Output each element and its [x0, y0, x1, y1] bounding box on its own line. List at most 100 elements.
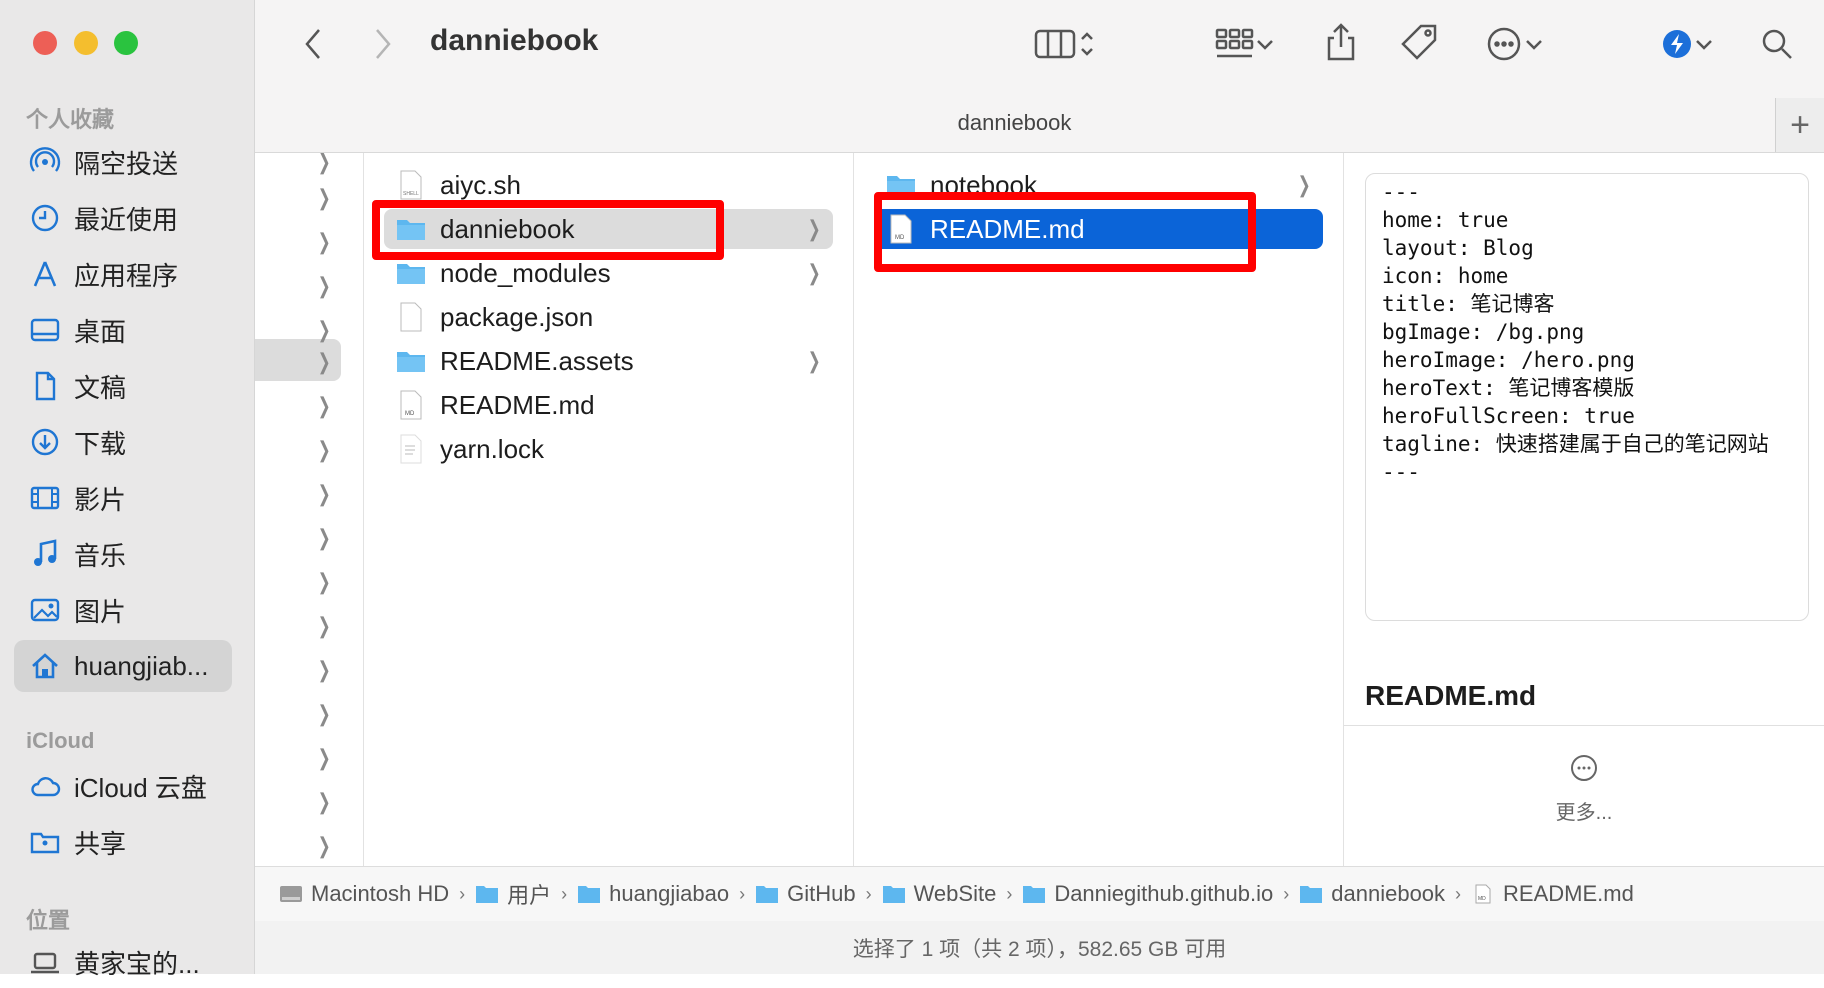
chevron-right-icon: ❯	[317, 481, 331, 506]
chevron-down-icon	[1696, 40, 1712, 50]
sidebar-item-label: 下载	[74, 428, 127, 459]
chevron-right-icon: ❯	[807, 216, 821, 241]
folder-icon	[756, 886, 779, 903]
toolbar: danniebook danniebook +	[255, 0, 1824, 153]
chevron-right-icon: ❯	[317, 701, 331, 726]
sidebar-item-label: 音乐	[74, 540, 127, 571]
photo-icon	[28, 593, 62, 627]
view-mode-button[interactable]	[1023, 24, 1107, 64]
breadcrumb[interactable]: MD README.md	[1471, 881, 1634, 907]
folder-icon	[1300, 886, 1323, 903]
breadcrumb-separator: ›	[1455, 883, 1462, 904]
status-bar: 选择了 1 项（共 2 项），582.65 GB 可用	[255, 921, 1824, 974]
sidebar-item-applications[interactable]: 应用程序	[14, 248, 232, 300]
sidebar-item-desktop[interactable]: 桌面	[14, 304, 232, 356]
annotation-highlight	[372, 200, 724, 260]
actions-button[interactable]	[1473, 22, 1557, 66]
sidebar-item-pictures[interactable]: 图片	[14, 584, 232, 636]
shortcut-button[interactable]	[1653, 22, 1723, 66]
sidebar-item-shared[interactable]: 共享	[14, 816, 232, 868]
share-button[interactable]	[1319, 18, 1363, 66]
shared-folder-icon	[28, 825, 62, 859]
list-item[interactable]: SHELL aiyc.sh	[384, 165, 833, 205]
sidebar-item-music[interactable]: 音乐	[14, 528, 232, 580]
sidebar-item-documents[interactable]: 文稿	[14, 360, 232, 412]
close-window-button[interactable]	[33, 31, 57, 55]
chevron-right-icon: ❯	[317, 833, 331, 858]
breadcrumb[interactable]: Danniegithub.github.io	[1022, 881, 1273, 907]
folder-icon	[578, 886, 601, 903]
breadcrumb[interactable]: danniebook	[1299, 881, 1445, 907]
folder-name: node_modules	[440, 257, 611, 288]
folder-icon	[396, 258, 426, 288]
tags-button[interactable]	[1395, 20, 1445, 66]
breadcrumb[interactable]: 用户	[475, 878, 551, 910]
more-button[interactable]: 更多...	[1344, 753, 1824, 825]
group-button[interactable]	[1203, 22, 1287, 66]
clock-icon	[28, 201, 62, 235]
sidebar-item-label: 桌面	[74, 316, 127, 347]
new-tab-button[interactable]: +	[1775, 98, 1824, 152]
sidebar-item-recents[interactable]: 最近使用	[14, 192, 232, 244]
md-file-icon: MD	[1475, 884, 1491, 904]
folder-name: README.assets	[440, 345, 634, 376]
preview-content-box: --- home: true layout: Blog icon: home t…	[1365, 173, 1809, 621]
svg-text:SHELL: SHELL	[403, 191, 419, 197]
folder-icon	[1023, 886, 1046, 903]
sidebar-item-home[interactable]: huangjiab...	[14, 640, 232, 692]
more-icon	[1571, 755, 1597, 781]
plus-icon: +	[1790, 105, 1810, 144]
sidebar-item-airdrop[interactable]: 隔空投送	[14, 136, 232, 188]
chevron-down-icon	[1526, 40, 1542, 50]
chevron-right-icon: ❯	[317, 393, 331, 418]
divider	[1344, 725, 1824, 726]
annotation-highlight	[874, 192, 1256, 272]
columns-view-icon	[1034, 29, 1076, 59]
chevron-right-icon	[376, 29, 391, 59]
text-file-icon	[396, 434, 426, 464]
sidebar-item-downloads[interactable]: 下载	[14, 416, 232, 468]
preview-pane: --- home: true layout: Blog icon: home t…	[1344, 153, 1824, 866]
file-name: package.json	[440, 301, 594, 332]
chevron-right-icon: ❯	[317, 317, 331, 342]
breadcrumb-separator: ›	[459, 883, 466, 904]
sidebar-item-label: 影片	[74, 484, 127, 515]
breadcrumb-label: 用户	[507, 883, 552, 908]
list-item[interactable]: package.json	[384, 297, 833, 337]
minimize-window-button[interactable]	[74, 31, 98, 55]
breadcrumb[interactable]: WebSite	[882, 881, 997, 907]
tab-title[interactable]: danniebook	[255, 110, 1774, 136]
breadcrumb-label: Macintosh HD	[311, 881, 450, 906]
up-down-chevron-icon	[1081, 32, 1093, 56]
chevron-right-icon: ❯	[317, 745, 331, 770]
sidebar-item-macbook[interactable]: 黄家宝的...	[14, 936, 232, 988]
breadcrumb[interactable]: GitHub	[755, 881, 856, 907]
shell-script-icon: SHELL	[396, 170, 426, 200]
list-item[interactable]: README.assets ❯	[384, 341, 833, 381]
status-text: 选择了 1 项（共 2 项），582.65 GB 可用	[852, 937, 1227, 961]
sidebar-item-icloud-drive[interactable]: iCloud 云盘	[14, 760, 232, 812]
sidebar-item-label: 文稿	[74, 372, 127, 403]
sidebar-item-label: 应用程序	[74, 260, 179, 291]
icloud-section-title: iCloud	[26, 728, 95, 753]
chevron-right-icon: ❯	[317, 273, 331, 298]
forward-button[interactable]	[365, 24, 401, 64]
breadcrumb[interactable]: huangjiabao	[577, 881, 729, 907]
file-icon	[396, 302, 426, 332]
chevron-right-icon: ❯	[807, 260, 821, 285]
sidebar-item-movies[interactable]: 影片	[14, 472, 232, 524]
list-item[interactable]: yarn.lock	[384, 429, 833, 469]
chevron-right-icon: ❯	[317, 153, 331, 174]
breadcrumb-separator: ›	[561, 883, 568, 904]
zoom-window-button[interactable]	[114, 31, 138, 55]
window-title: danniebook	[430, 24, 599, 57]
breadcrumb[interactable]: Macintosh HD	[279, 881, 449, 907]
chevron-right-icon: ❯	[317, 437, 331, 462]
list-item[interactable]: MD README.md	[384, 385, 833, 425]
search-button[interactable]	[1755, 22, 1799, 66]
breadcrumb-label: danniebook	[1331, 881, 1446, 906]
back-button[interactable]	[295, 24, 331, 64]
breadcrumb-label: GitHub	[787, 881, 856, 906]
breadcrumb-label: WebSite	[913, 881, 997, 906]
chevron-right-icon: ❯	[317, 525, 331, 550]
